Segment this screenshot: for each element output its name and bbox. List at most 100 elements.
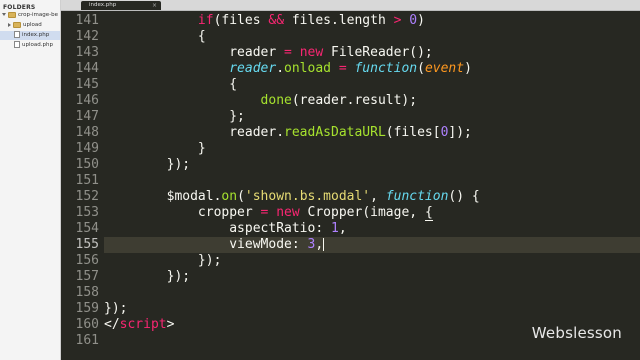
line-number: 151 [75,173,99,188]
sidebar-item-upload-php[interactable]: upload.php [14,41,53,50]
code-line[interactable] [104,173,640,189]
token: cropper [197,205,261,220]
token-keyword: function [354,61,418,76]
token: ]); [448,125,472,140]
token: }); [166,269,191,284]
token: , [315,237,324,252]
code-line[interactable]: } [104,141,640,157]
token: { [197,29,206,44]
code-line[interactable]: reader.readAsDataURL(files[0]); [104,125,640,141]
code-line[interactable]: { [104,29,640,45]
code-line[interactable]: $modal.on('shown.bs.modal', function() { [104,189,640,205]
token-parameter: event [424,61,465,76]
token: { [229,77,238,92]
file-icon [14,41,20,48]
sidebar-item-label: upload.php [22,42,53,48]
token: ) [464,61,472,76]
line-number: 141 [75,13,99,28]
token-object: reader [229,61,277,76]
code-line[interactable]: reader.onload = function(event) [104,61,640,77]
code-line[interactable]: }); [104,269,640,285]
line-number: 148 [75,125,99,140]
token-function: readAsDataURL [284,125,386,140]
code-line[interactable]: if(files && files.length > 0) [104,13,640,29]
chevron-right-icon [8,22,11,27]
token-keyword: function [385,189,449,204]
line-number: 142 [75,29,99,44]
line-number-active: 155 [75,237,99,252]
line-number: 150 [75,157,99,172]
token: > [166,317,175,332]
code-line[interactable]: }); [104,253,640,269]
folder-open-icon [8,11,16,18]
code-line[interactable]: { [104,77,640,93]
close-icon[interactable]: × [152,1,157,10]
code-line[interactable]: cropper = new Cropper(image, { [104,205,640,221]
code-line[interactable]: done(reader.result); [104,93,640,109]
token: ( [237,189,245,204]
sidebar-item-crop-image-folder[interactable]: crop-image-be [2,11,58,20]
token: }); [166,157,191,172]
code-line-active[interactable]: viewMode: 3, [104,237,640,253]
line-number: 159 [75,301,99,316]
sidebar: FOLDERS crop-image-be upload index.php u… [0,0,61,360]
text-cursor [323,238,325,251]
tab-index-php[interactable]: index.php × [81,1,161,10]
code-line[interactable]: aspectRatio: 1, [104,221,640,237]
line-number: 156 [75,253,99,268]
token-operator: = [284,45,292,60]
tab-label: index.php [89,2,117,8]
code-line[interactable]: reader = new FileReader(); [104,45,640,61]
token: , [370,189,386,204]
sidebar-item-label: upload [23,22,42,28]
token-number: 0 [409,13,418,28]
token-number: 1 [330,221,339,236]
token: </ [104,317,120,332]
token: (files[ [385,125,441,140]
token: $modal. [166,189,222,204]
token: ) [417,13,425,28]
token-operator: && [268,13,285,28]
token-keyword: new [299,45,324,60]
code-line[interactable]: }); [104,301,640,317]
line-number: 143 [75,45,99,60]
token: }; [229,109,245,124]
line-number: 144 [75,61,99,76]
token: aspectRatio: [229,221,331,236]
line-number: 158 [75,285,99,300]
file-icon [14,31,20,38]
token-operator: = [338,61,347,76]
line-number-gutter: 141 142 143 144 145 146 147 148 149 150 … [61,11,104,360]
token: files.length [284,13,394,28]
token-string: 'shown.bs.modal' [244,189,371,204]
token: }); [104,301,128,316]
line-number: 146 [75,93,99,108]
code-editor[interactable]: 141 142 143 144 145 146 147 148 149 150 … [61,11,640,360]
line-number: 160 [75,317,99,332]
code-line[interactable] [104,285,640,301]
sidebar-item-upload-folder[interactable]: upload [8,21,42,30]
token: () { [448,189,480,204]
token: Cropper [307,205,363,220]
token-keyword: if [197,13,214,28]
token-function: onload [284,61,331,76]
token: . [276,61,285,76]
token-function: on [221,189,238,204]
line-number: 157 [75,269,99,284]
token-function: done [260,93,292,108]
token: reader. [229,125,285,140]
line-number: 145 [75,77,99,92]
token: { [424,205,433,221]
watermark-logo: Webslesson [531,324,622,342]
chevron-down-icon [2,13,6,16]
sidebar-item-label: crop-image-be [18,12,58,18]
token-tag: script [119,317,167,332]
token: , [338,221,347,236]
code-line[interactable]: }; [104,109,640,125]
sidebar-item-index-php[interactable]: index.php [0,31,60,40]
code-line[interactable]: }); [104,157,640,173]
